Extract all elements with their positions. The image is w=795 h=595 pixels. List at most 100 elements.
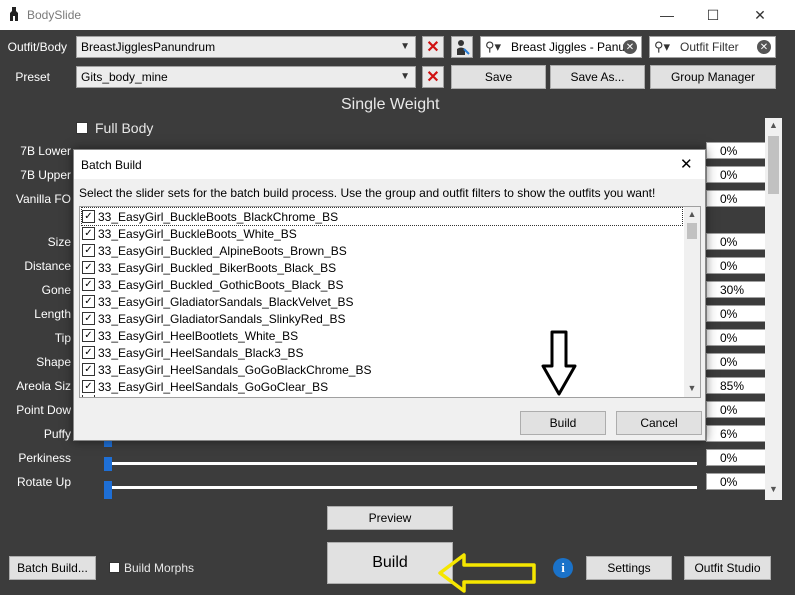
outfit-body-value: BreastJigglesPanundrum <box>81 40 216 54</box>
settings-button[interactable]: Settings <box>586 556 672 580</box>
list-item-checkbox[interactable]: ✓ <box>82 227 95 240</box>
list-item[interactable]: ✓ 33_EasyGirl_HeelSandals_GoGoClear_BS <box>82 378 328 395</box>
list-item-label: 33_EasyGirl_HeelBootlets_White_BS <box>98 328 299 343</box>
slider-value-field[interactable]: 0% <box>706 449 770 466</box>
list-item-checkbox[interactable]: ✓ <box>82 244 95 257</box>
list-scrollbar[interactable]: ▲ ▼ <box>684 207 700 397</box>
preview-button[interactable]: Preview <box>327 506 453 530</box>
dialog-build-button[interactable]: Build <box>520 411 606 435</box>
build-button[interactable]: Build <box>327 542 453 584</box>
slider-value-field[interactable]: 0% <box>706 190 770 207</box>
list-item[interactable]: ✓ 33_EasyGirl_Buckled_GothicBoots_Black_B… <box>82 276 343 293</box>
slider-value-field[interactable]: 0% <box>706 329 770 346</box>
full-body-label: Full Body <box>95 120 154 136</box>
batch-build-button[interactable]: Batch Build... <box>9 556 96 580</box>
list-item-checkbox[interactable]: ✓ <box>82 210 95 223</box>
list-item-checkbox[interactable]: ✓ <box>82 380 95 393</box>
list-item[interactable]: ✓ 33_EasyGirl_GladiatorSandals_SlinkyRed_… <box>82 310 345 327</box>
list-item-checkbox[interactable]: ✓ <box>82 312 95 325</box>
info-icon[interactable]: i <box>553 558 573 578</box>
build-morphs-checkbox[interactable] <box>109 562 120 573</box>
slider-label: Puffy <box>43 427 71 441</box>
list-item-checkbox[interactable]: ✓ <box>82 278 95 291</box>
minimize-button[interactable]: — <box>644 0 690 30</box>
remove-preset-button[interactable]: ✕ <box>422 66 444 88</box>
chevron-down-icon: ▼ <box>400 41 410 52</box>
slider-value-field[interactable]: 0% <box>706 305 770 322</box>
list-scroll-thumb[interactable] <box>687 223 697 239</box>
list-item-label: 33_EasyGirl_GladiatorSandals_BlackVelvet… <box>98 294 354 309</box>
dialog-close-button[interactable]: ✕ <box>680 155 693 173</box>
list-item[interactable]: ✓ 33_EasyGirl_Buckled_AlpineBoots_Brown_B… <box>82 242 347 259</box>
slider-track[interactable] <box>104 486 697 489</box>
save-as-button[interactable]: Save As... <box>550 65 645 89</box>
full-body-checkbox[interactable]: ✓ <box>76 122 88 134</box>
search-dropdown-icon: ⚲▾ <box>485 39 502 54</box>
list-item-checkbox[interactable]: ✓ <box>82 329 95 342</box>
list-item-checkbox[interactable]: ✓ <box>82 346 95 359</box>
list-item[interactable]: ✓ 33_EasyGirl_HeelSandals_Black3_BS <box>82 344 303 361</box>
slider-value-field[interactable]: 6% <box>706 425 770 442</box>
maximize-button[interactable]: ☐ <box>690 0 736 30</box>
slider-thumb[interactable] <box>104 481 112 495</box>
scroll-thumb[interactable] <box>768 136 779 194</box>
slider-thumb[interactable] <box>104 494 112 499</box>
list-item[interactable]: ✓ 33_EasyGirl_HeelSandals_GoGoBlackChrome… <box>82 361 371 378</box>
scroll-down-arrow-icon[interactable]: ▼ <box>767 484 780 496</box>
slider-label: Size <box>47 235 71 249</box>
outfit-studio-button[interactable]: Outfit Studio <box>684 556 771 580</box>
dialog-title-bar: Batch Build ✕ <box>74 150 705 179</box>
slider-value-field[interactable]: 0% <box>706 353 770 370</box>
list-item[interactable]: ✓ 33_EasyGirl_BuckleBoots_BlackChrome_BS <box>81 207 683 226</box>
yellow-arrow-annotation-icon <box>438 553 536 593</box>
slider-set-list: ▲ ▼ ✓ 33_EasyGirl_BuckleBoots_BlackChrome… <box>79 206 701 398</box>
dialog-instructions: Select the slider sets for the batch bui… <box>79 186 656 200</box>
list-item-label: 33_EasyGirl_HeelSandals_Black3_BS <box>98 345 304 360</box>
list-item[interactable]: ✓ 33_EasyGirl_HeelBootlets_White_BS <box>82 327 298 344</box>
weight-title: Single Weight <box>341 96 440 113</box>
outfit-filter-placeholder: Outfit Filter <box>680 40 739 54</box>
list-item[interactable]: ✓ 33_EasyGirl_BuckleBoots_White_BS <box>82 225 297 242</box>
group-manager-button[interactable]: Group Manager <box>650 65 776 89</box>
main-scrollbar[interactable]: ▲ ▼ <box>765 118 782 500</box>
group-filter-input[interactable]: ⚲▾ Breast Jiggles - Panu ✕ <box>480 36 642 58</box>
slider-label: Gone <box>41 283 71 297</box>
slider-value-field[interactable]: 30% <box>706 281 770 298</box>
list-item-label: 33_EasyGirl_Buckled_GothicBoots_Black_BS <box>98 277 344 292</box>
slider-value-field[interactable]: 85% <box>706 377 770 394</box>
group-filter-value: Breast Jiggles - Panu <box>511 40 626 54</box>
slider-label: Rotate Up <box>16 475 71 489</box>
slider-value-field[interactable]: 0% <box>706 401 770 418</box>
dialog-cancel-button[interactable]: Cancel <box>616 411 702 435</box>
outfit-filter-input[interactable]: ⚲▾ Outfit Filter ✕ <box>649 36 776 58</box>
list-item-partial[interactable] <box>82 395 98 397</box>
slider-label: Areola Siz <box>16 379 71 393</box>
slider-thumb[interactable] <box>104 457 112 471</box>
outfit-body-dropdown[interactable]: BreastJigglesPanundrum ▼ <box>76 36 416 58</box>
clear-outfit-filter-icon[interactable]: ✕ <box>757 40 771 54</box>
slider-value-field[interactable]: 0% <box>706 142 770 159</box>
list-item[interactable]: ✓ 33_EasyGirl_Buckled_BikerBoots_Black_BS <box>82 259 336 276</box>
slider-track[interactable] <box>104 462 697 465</box>
scroll-up-arrow-icon[interactable]: ▲ <box>767 120 780 132</box>
list-item-checkbox[interactable]: ✓ <box>82 363 95 376</box>
save-button[interactable]: Save <box>451 65 546 89</box>
list-item-checkbox[interactable] <box>82 395 95 397</box>
preset-dropdown[interactable]: Gits_body_mine ▼ <box>76 66 416 88</box>
red-x-icon: ✕ <box>426 39 440 56</box>
slider-value-field[interactable]: 0% <box>706 257 770 274</box>
clear-group-filter-icon[interactable]: ✕ <box>623 40 637 54</box>
outfit-filter-toggle-button[interactable] <box>451 36 473 58</box>
scroll-down-arrow-icon[interactable]: ▼ <box>686 383 698 393</box>
list-item-checkbox[interactable]: ✓ <box>82 261 95 274</box>
scroll-up-arrow-icon[interactable]: ▲ <box>686 209 698 219</box>
list-item[interactable]: ✓ 33_EasyGirl_GladiatorSandals_BlackVelve… <box>82 293 353 310</box>
slider-value-field[interactable]: 0% <box>706 233 770 250</box>
remove-outfit-button[interactable]: ✕ <box>422 36 444 58</box>
slider-value-field[interactable]: 0% <box>706 473 770 490</box>
slider-label: Perkiness <box>18 451 71 465</box>
build-morphs-label: Build Morphs <box>124 561 195 575</box>
slider-value-field[interactable]: 0% <box>706 166 770 183</box>
list-item-checkbox[interactable]: ✓ <box>82 295 95 308</box>
close-window-button[interactable]: ✕ <box>737 0 783 30</box>
